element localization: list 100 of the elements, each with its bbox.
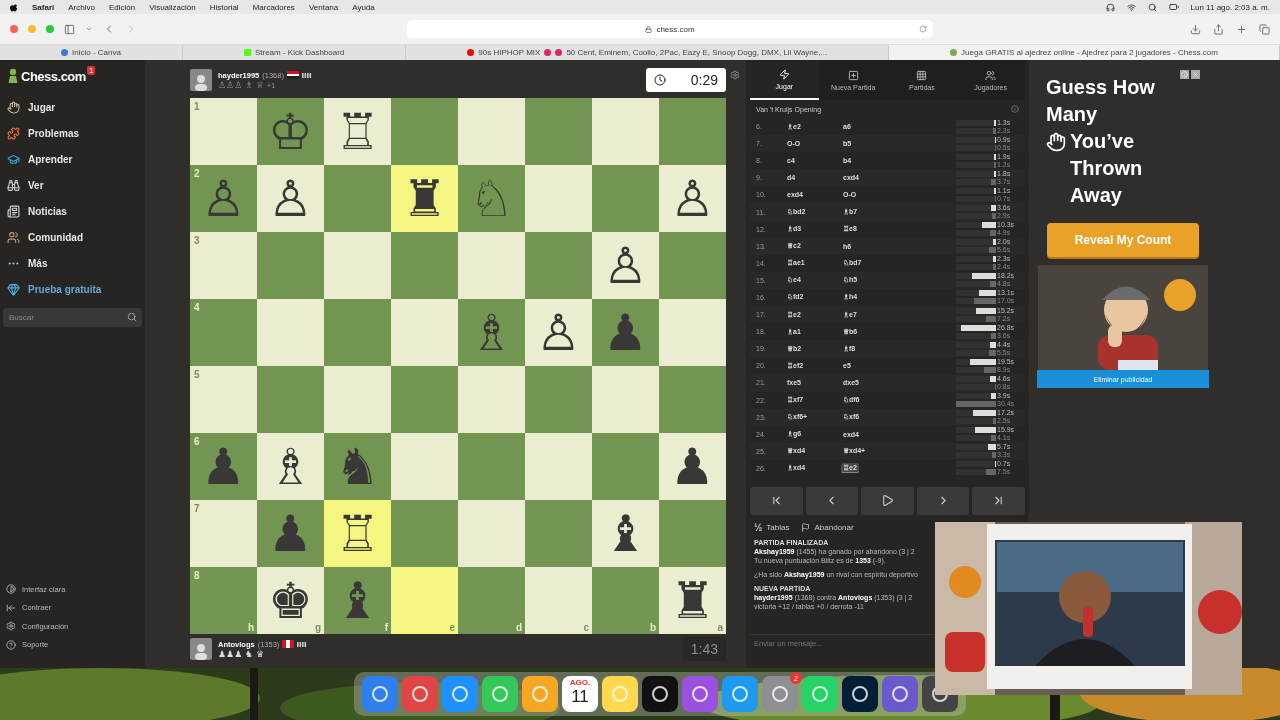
menu-item[interactable]: Safari	[32, 2, 55, 12]
board-square[interactable]	[458, 98, 525, 165]
board-square[interactable]: ♙	[525, 299, 592, 366]
chess-piece[interactable]: ♙	[536, 307, 581, 358]
search-field[interactable]: Buscar	[3, 308, 142, 327]
chess-piece[interactable]: ♚	[268, 575, 313, 626]
board-square[interactable]	[391, 232, 458, 299]
board-square[interactable]	[659, 299, 726, 366]
logo-icon[interactable]	[10, 2, 18, 12]
nav-item[interactable]: Prueba gratuita	[0, 276, 145, 302]
nav-item[interactable]: Comunidad	[0, 224, 145, 250]
chess-piece[interactable]: ♙	[603, 240, 648, 291]
nav-item[interactable]: Jugar	[0, 94, 145, 120]
calendar-app-icon[interactable]: AGO. 11	[562, 676, 598, 712]
board-square[interactable]	[324, 165, 391, 232]
board-square[interactable]	[324, 232, 391, 299]
battery-icon[interactable]	[1168, 2, 1179, 12]
chess-piece[interactable]: ♟	[670, 441, 715, 492]
board-square[interactable]	[458, 366, 525, 433]
board-square[interactable]: ♜	[391, 165, 458, 232]
chess-piece[interactable]: ♖	[335, 508, 380, 559]
board-square[interactable]	[458, 500, 525, 567]
nav-item[interactable]: Ver	[0, 172, 145, 198]
board-square[interactable]: ♙	[257, 165, 324, 232]
address-bar[interactable]: chess.com	[407, 20, 933, 38]
menu-item[interactable]: Archivo	[68, 2, 95, 12]
nav-item[interactable]: Problemas	[0, 120, 145, 146]
board-square[interactable]	[592, 433, 659, 500]
board-square[interactable]	[659, 366, 726, 433]
wifi-icon[interactable]	[1126, 2, 1136, 12]
resign-button[interactable]: Abandonar	[801, 523, 854, 533]
nav-item[interactable]: Noticias	[0, 198, 145, 224]
tabs-overview-icon[interactable]	[1259, 23, 1270, 35]
board-square[interactable]	[391, 500, 458, 567]
close-icon[interactable]	[1191, 70, 1200, 79]
chess-piece[interactable]: ♜	[402, 173, 447, 224]
board-square[interactable]	[257, 366, 324, 433]
menubar-clock[interactable]: Lun 11 ago. 2:03 a. m.	[1190, 2, 1270, 12]
nav-item[interactable]: Aprender	[0, 146, 145, 172]
board-square[interactable]	[257, 299, 324, 366]
board-square[interactable]: ♙	[659, 165, 726, 232]
chevron-down-icon[interactable]	[85, 25, 93, 33]
chess-piece[interactable]: ♙	[268, 173, 313, 224]
chess-piece[interactable]: ♝	[603, 508, 648, 559]
menu-item[interactable]: Marcadores	[252, 2, 295, 12]
chess-piece[interactable]: ♗	[268, 441, 313, 492]
board-square[interactable]	[525, 500, 592, 567]
nav-item[interactable]: Más	[0, 250, 145, 276]
board-square[interactable]: ♘	[458, 165, 525, 232]
download-icon[interactable]	[1190, 23, 1201, 35]
info-icon[interactable]	[1011, 105, 1019, 113]
board-square[interactable]: ♗	[257, 433, 324, 500]
search-icon[interactable]	[1147, 2, 1157, 12]
app-icon[interactable]	[842, 676, 878, 712]
board-square[interactable]	[525, 366, 592, 433]
reload-icon[interactable]	[919, 25, 927, 33]
board-square[interactable]	[592, 366, 659, 433]
new-tab-icon[interactable]	[1236, 23, 1247, 35]
board-square[interactable]	[525, 98, 592, 165]
menu-item[interactable]: Ventana	[308, 2, 339, 12]
board-square[interactable]	[659, 500, 726, 567]
settings-icon[interactable]	[730, 70, 740, 80]
chess-piece[interactable]: ♙	[670, 173, 715, 224]
last-move-button[interactable]	[972, 486, 1025, 515]
close-button[interactable]	[10, 25, 18, 33]
first-move-button[interactable]	[750, 486, 803, 515]
board-square[interactable]	[659, 98, 726, 165]
board-square[interactable]	[391, 366, 458, 433]
play-button[interactable]	[861, 486, 914, 515]
board-square[interactable]: ♝	[592, 500, 659, 567]
board-square[interactable]	[324, 299, 391, 366]
minimize-button[interactable]	[28, 25, 36, 33]
board-square[interactable]	[391, 98, 458, 165]
sidebar-icon[interactable]	[64, 23, 75, 35]
browser-tab[interactable]: Juega GRATIS al ajedrez online - Ajedrez para 2 jugadores - Chess.com	[889, 45, 1280, 60]
board-square[interactable]: ♖	[324, 98, 391, 165]
share-icon[interactable]	[1213, 23, 1224, 35]
menu-item[interactable]: Historial	[209, 2, 239, 12]
headphones-icon[interactable]	[1105, 2, 1115, 12]
ad-info-icon[interactable]	[1180, 70, 1189, 79]
board-square[interactable]	[324, 366, 391, 433]
board-square[interactable]	[458, 232, 525, 299]
board-square[interactable]	[391, 299, 458, 366]
board-square[interactable]	[592, 98, 659, 165]
board-square[interactable]	[592, 165, 659, 232]
board-square[interactable]	[391, 433, 458, 500]
board-square[interactable]: ♖	[324, 500, 391, 567]
board-square[interactable]	[659, 232, 726, 299]
search-icon[interactable]	[127, 312, 137, 322]
app-icon[interactable]	[642, 676, 678, 712]
board-square[interactable]	[458, 433, 525, 500]
draw-button[interactable]: ½ Tablas	[754, 522, 790, 534]
menu-item[interactable]: Visualización	[149, 2, 196, 12]
board-square[interactable]	[525, 165, 592, 232]
menu-item[interactable]: Edición	[108, 2, 136, 12]
zoom-button[interactable]	[46, 25, 54, 33]
board-square[interactable]: ♙	[592, 232, 659, 299]
chess-piece[interactable]: ♖	[335, 106, 380, 157]
board-square[interactable]: ♟	[659, 433, 726, 500]
logo-text[interactable]: Chess.com	[21, 68, 86, 84]
